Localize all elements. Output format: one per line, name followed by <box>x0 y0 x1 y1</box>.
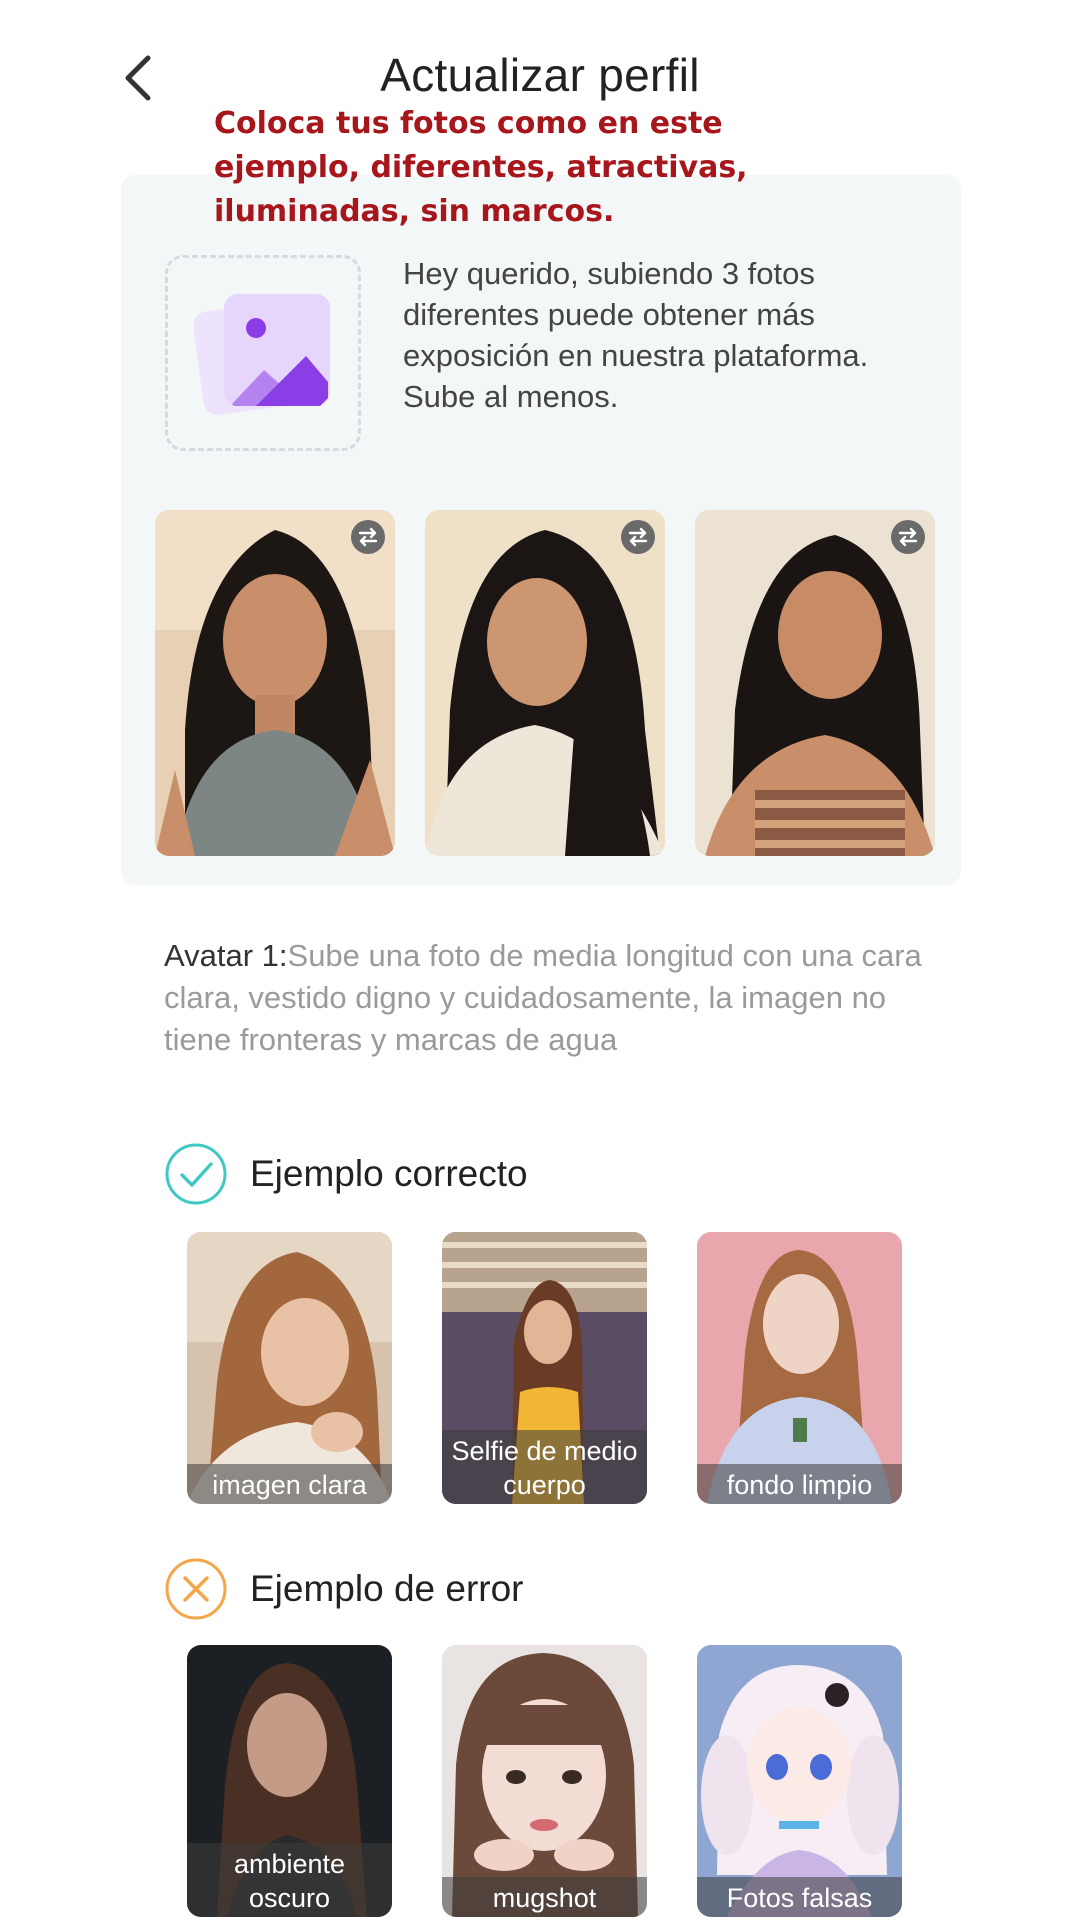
page-title: Actualizar perfil <box>380 49 700 101</box>
uploaded-photos <box>155 510 935 856</box>
avatar-requirement-label: Avatar 1: <box>164 938 288 973</box>
correct-example-list: imagen clara Selfie de medio cuerpo fond… <box>187 1232 902 1504</box>
correct-example-title: Ejemplo correcto <box>250 1153 528 1194</box>
portrait-photo <box>695 510 935 856</box>
error-example-list: ambiente oscuro mugshot Fotos falsas <box>187 1645 902 1917</box>
avatar-requirement: Avatar 1:Sube una foto de media longitud… <box>164 935 954 1061</box>
uploaded-photo-3[interactable] <box>695 510 935 856</box>
cross-circle-icon <box>165 1558 227 1620</box>
portrait-photo <box>155 510 395 856</box>
correct-example-clean-background: fondo limpio <box>697 1232 902 1504</box>
swap-photo-button[interactable] <box>351 520 385 554</box>
example-caption: Selfie de medio cuerpo <box>442 1430 647 1504</box>
uploaded-photo-1[interactable] <box>155 510 395 856</box>
example-caption: ambiente oscuro <box>187 1843 392 1917</box>
swap-icon <box>898 527 918 547</box>
error-example-header: Ejemplo de error <box>164 1557 524 1621</box>
instruction-annotation: Coloca tus fotos como en este ejemplo, d… <box>214 106 748 229</box>
example-caption: Fotos falsas <box>697 1877 902 1917</box>
check-circle-icon <box>165 1143 227 1205</box>
swap-photo-button[interactable] <box>891 520 925 554</box>
gallery-icon <box>194 294 330 415</box>
swap-icon <box>628 527 648 547</box>
example-caption: imagen clara <box>187 1464 392 1504</box>
tip-message: Hey querido, subiendo 3 fotos diferentes… <box>403 256 869 414</box>
correct-example-half-body-selfie: Selfie de medio cuerpo <box>442 1232 647 1504</box>
swap-photo-button[interactable] <box>621 520 655 554</box>
example-caption: mugshot <box>442 1877 647 1917</box>
correct-example-clear-image: imagen clara <box>187 1232 392 1504</box>
portrait-photo <box>425 510 665 856</box>
example-caption: fondo limpio <box>697 1464 902 1504</box>
photo-placeholder[interactable] <box>165 255 361 451</box>
uploaded-photo-2[interactable] <box>425 510 665 856</box>
correct-example-header: Ejemplo correcto <box>164 1142 528 1206</box>
error-example-fake-photo: Fotos falsas <box>697 1645 902 1917</box>
error-example-dark-environment: ambiente oscuro <box>187 1645 392 1917</box>
upload-tip-card: Hey querido, subiendo 3 fotos diferentes… <box>121 175 961 885</box>
error-example-mugshot: mugshot <box>442 1645 647 1917</box>
swap-icon <box>358 527 378 547</box>
error-example-title: Ejemplo de error <box>250 1568 524 1609</box>
